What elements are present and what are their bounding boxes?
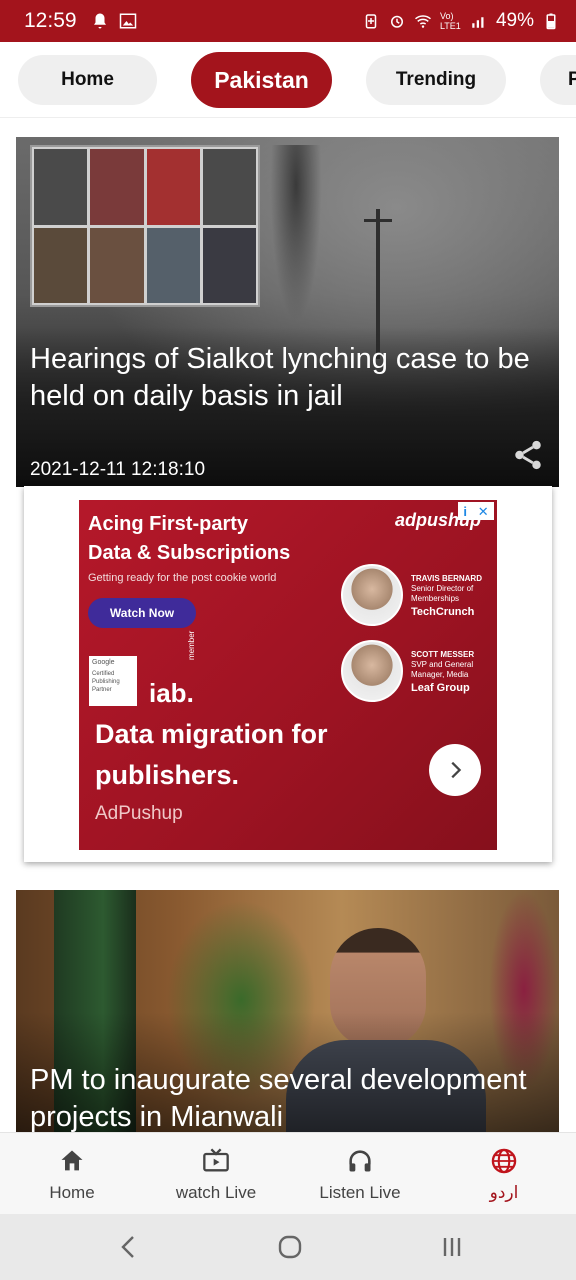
photo-collage bbox=[30, 145, 260, 307]
nav-label: اردو bbox=[489, 1183, 519, 1202]
collage-tile bbox=[34, 149, 88, 225]
tab-partial[interactable]: P bbox=[540, 55, 576, 105]
article-title[interactable]: PM to inaugurate several development pro… bbox=[30, 1062, 539, 1132]
badge-line: Certified bbox=[92, 671, 115, 677]
speaker-name: TRAVIS BERNARD bbox=[411, 573, 482, 583]
ad-close-icon[interactable]: ✕ bbox=[478, 505, 489, 518]
ad-headline: Acing First-party Data & Subscriptions bbox=[88, 510, 290, 568]
ad-brand: AdPushup bbox=[95, 803, 183, 824]
speaker-name: SCOTT MESSER bbox=[411, 649, 475, 659]
home-circle-icon bbox=[278, 1235, 302, 1259]
category-tab-bar: Home Pakistan Trending P bbox=[0, 42, 576, 118]
article-title[interactable]: Hearings of Sialkot lynching case to be … bbox=[30, 341, 539, 415]
home-icon bbox=[61, 1150, 83, 1171]
collage-tile bbox=[34, 227, 88, 303]
home-system-button[interactable] bbox=[272, 1232, 308, 1262]
nav-label: Home bbox=[49, 1183, 95, 1202]
back-button[interactable] bbox=[110, 1232, 146, 1262]
nav-listen-live[interactable]: Listen Live bbox=[288, 1133, 432, 1215]
speaker-company: Leaf Group bbox=[411, 681, 470, 694]
recent-apps-button[interactable] bbox=[434, 1232, 470, 1262]
collage-tile bbox=[146, 149, 200, 225]
news-card[interactable]: PM to inaugurate several development pro… bbox=[16, 890, 559, 1132]
nav-label: watch Live bbox=[175, 1183, 257, 1202]
notification-bell-icon bbox=[93, 13, 106, 29]
tab-pakistan[interactable]: Pakistan bbox=[191, 52, 332, 108]
iab-member-label: member bbox=[187, 630, 196, 660]
alarm-icon bbox=[390, 15, 403, 28]
nav-urdu[interactable]: اردو bbox=[432, 1133, 576, 1215]
globe-icon bbox=[491, 1148, 517, 1174]
avatar bbox=[341, 640, 403, 702]
battery-icon bbox=[546, 13, 556, 30]
system-navigation-bar bbox=[0, 1214, 576, 1280]
tree-silhouette bbox=[266, 145, 326, 345]
status-right: Vo) LTE1 49% bbox=[362, 10, 560, 32]
speaker-info: SCOTT MESSER SVP and General Manager, Me… bbox=[411, 649, 489, 694]
badge-line: Google bbox=[92, 659, 115, 666]
status-time: 12:59 bbox=[24, 9, 77, 32]
ad-headline-line2: Data & Subscriptions bbox=[88, 542, 291, 564]
ad-choices[interactable]: i ✕ bbox=[458, 502, 494, 520]
ad-next-button[interactable] bbox=[429, 744, 481, 796]
article-date: 2021-12-11 12:18:10 bbox=[30, 459, 206, 480]
tab-home[interactable]: Home bbox=[18, 55, 157, 105]
collage-tile bbox=[202, 227, 256, 303]
watch-now-button[interactable]: Watch Now bbox=[88, 598, 196, 628]
status-left-icons bbox=[91, 12, 137, 30]
speaker-role: Senior Director of Memberships bbox=[411, 583, 474, 603]
nav-watch-live[interactable]: watch Live bbox=[144, 1133, 288, 1215]
ad-banner[interactable]: Acing First-party Data & Subscriptions G… bbox=[79, 500, 497, 850]
ad-headline-line1: Acing First-party bbox=[88, 513, 249, 535]
badge-line: Publishing bbox=[92, 679, 120, 685]
battery-percentage: 49% bbox=[495, 10, 534, 31]
news-feed: Hearings of Sialkot lynching case to be … bbox=[0, 118, 576, 1132]
ad-speaker: SCOTT MESSER SVP and General Manager, Me… bbox=[341, 640, 489, 702]
iab-logo: iab. bbox=[149, 678, 194, 708]
google-partner-badge: Google Certified Publishing Partner bbox=[89, 656, 137, 706]
gallery-icon bbox=[119, 13, 136, 29]
tab-trending[interactable]: Trending bbox=[366, 55, 506, 105]
signal-icon bbox=[472, 17, 484, 28]
badge-line: Partner bbox=[92, 687, 112, 693]
ad-main-text: Data migration for publishers. bbox=[95, 719, 328, 790]
chevron-right-icon bbox=[451, 761, 462, 779]
status-bar: 12:59 Vo) LTE1 49% bbox=[0, 0, 576, 42]
speaker-role: SVP and General Manager, Media bbox=[411, 659, 474, 679]
headphones-icon bbox=[349, 1150, 371, 1172]
ad-subtitle: Getting ready for the post cookie world bbox=[88, 572, 277, 584]
collage-tile bbox=[202, 149, 256, 225]
speaker-info: TRAVIS BERNARD Senior Director of Member… bbox=[411, 573, 489, 618]
ad-speaker: TRAVIS BERNARD Senior Director of Member… bbox=[341, 564, 489, 626]
nav-home[interactable]: Home bbox=[0, 1133, 144, 1215]
ad-info-icon[interactable]: i bbox=[463, 505, 467, 518]
collage-tile bbox=[146, 227, 200, 303]
utility-pole-bar bbox=[364, 219, 392, 222]
nav-label: Listen Live bbox=[319, 1183, 401, 1202]
share-icon[interactable] bbox=[511, 438, 545, 472]
bottom-navigation: Home watch Live Listen Live اردو bbox=[0, 1132, 576, 1214]
speaker-company: TechCrunch bbox=[411, 605, 475, 618]
wifi-icon bbox=[414, 15, 431, 28]
news-card[interactable]: Hearings of Sialkot lynching case to be … bbox=[16, 137, 559, 487]
avatar bbox=[341, 564, 403, 626]
tv-icon bbox=[203, 1148, 229, 1172]
ad-container[interactable]: Acing First-party Data & Subscriptions G… bbox=[24, 486, 552, 862]
network-label: Vo) LTE1 bbox=[439, 11, 461, 31]
back-icon bbox=[121, 1236, 134, 1258]
battery-saver-icon bbox=[365, 14, 377, 29]
collage-tile bbox=[90, 149, 144, 225]
recent-apps-icon bbox=[443, 1238, 461, 1256]
collage-tile bbox=[90, 227, 144, 303]
